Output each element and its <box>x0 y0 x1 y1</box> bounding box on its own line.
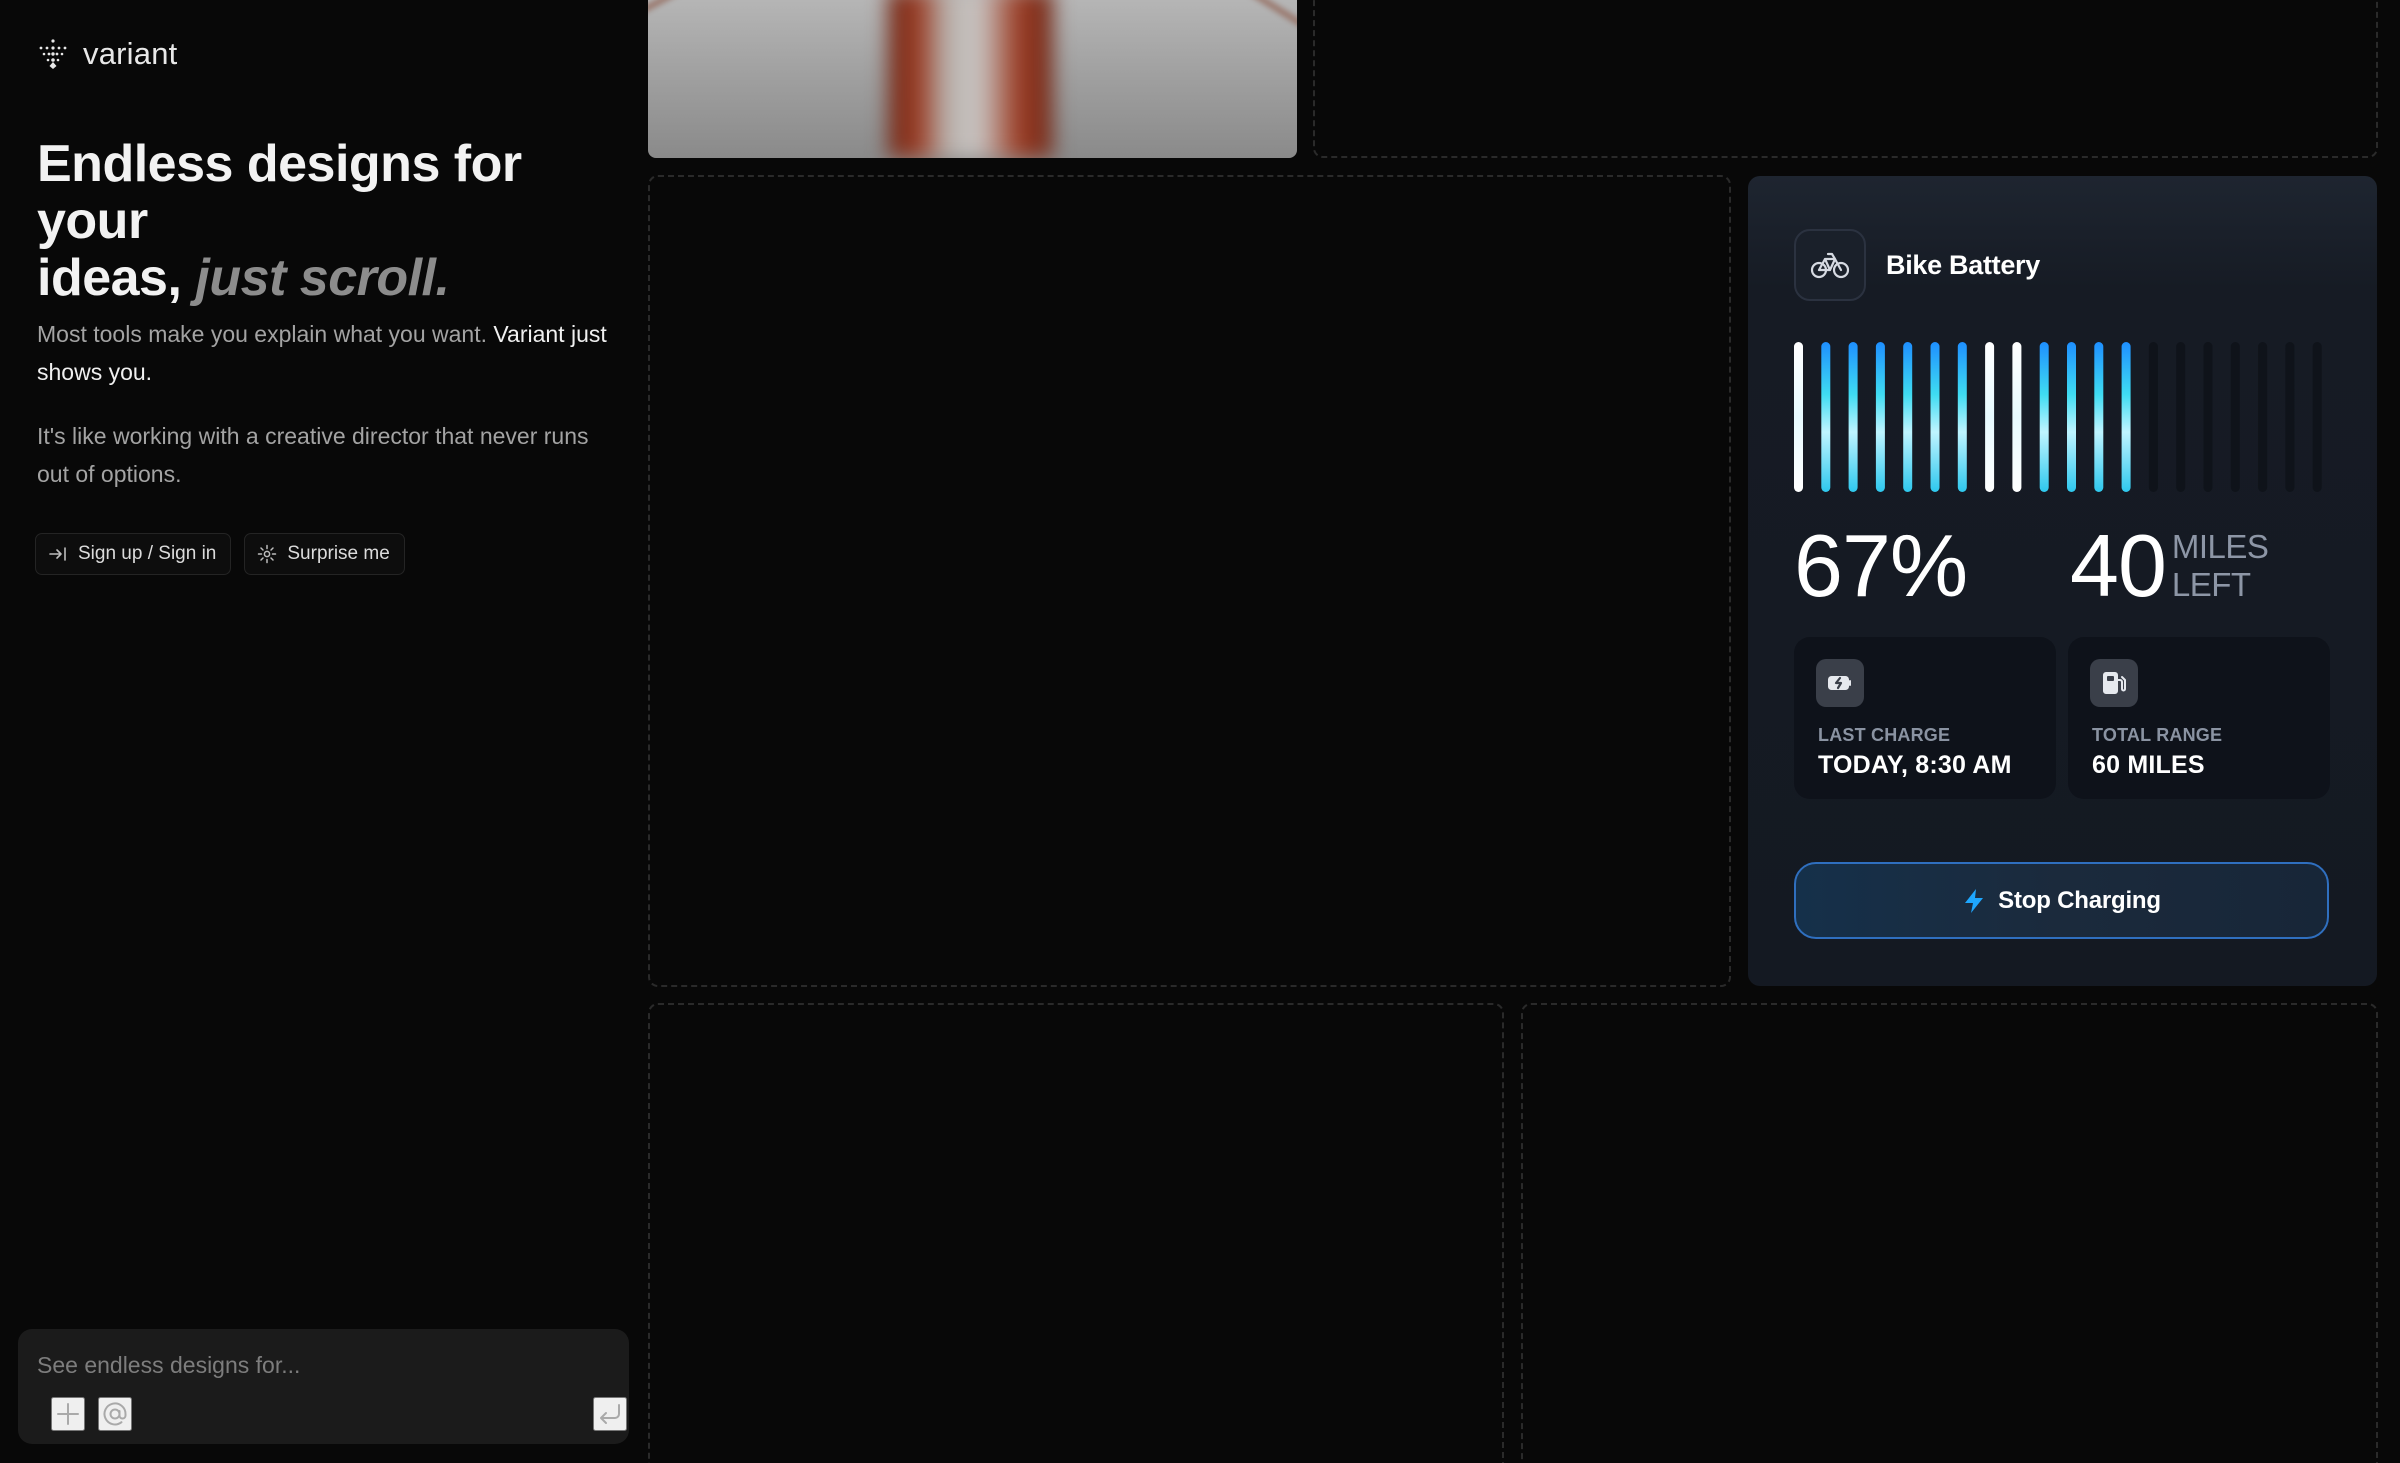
charge-percent: 67% <box>1794 516 1968 615</box>
battery-bar-lit <box>1930 342 1940 492</box>
battery-bar-empty <box>2258 342 2268 492</box>
battery-bar-empty <box>2148 342 2158 492</box>
surprise-label: Surprise me <box>287 543 390 564</box>
total-range-stat: TOTAL RANGE 60 MILES <box>2068 637 2330 799</box>
photo-tower <box>888 0 1053 158</box>
page-title: Endless designs for your ideas, just scr… <box>37 136 627 307</box>
intro-paragraph-2: It's like working with a creative direct… <box>37 423 589 487</box>
sparkle-icon <box>258 544 277 564</box>
battery-bar-lit <box>1848 342 1858 492</box>
card-header: Bike Battery <box>1794 229 2040 301</box>
design-tile-placeholder[interactable] <box>648 1003 1504 1463</box>
arrow-right-to-line-icon <box>49 547 66 561</box>
battery-charging-icon <box>1828 676 1851 690</box>
battery-bar-empty <box>2285 342 2295 492</box>
hero-line-2: ideas, <box>37 249 182 307</box>
battery-charging-icon-box <box>1816 659 1864 707</box>
intro-text: Most tools make you explain what you wan… <box>37 321 488 347</box>
design-preview-image[interactable] <box>648 0 1297 158</box>
enter-icon <box>600 1404 620 1424</box>
mention-button[interactable] <box>98 1397 132 1431</box>
signup-button[interactable]: Sign up / Sign in <box>35 533 232 575</box>
intro-paragraph-1: Most tools make you explain what you wan… <box>37 315 617 391</box>
stop-charging-button[interactable]: Stop Charging <box>1794 862 2329 939</box>
battery-bar-empty <box>2312 342 2322 492</box>
battery-bar-empty <box>2176 342 2186 492</box>
design-tile-placeholder[interactable] <box>648 175 1731 987</box>
last-charge-label: LAST CHARGE <box>1818 725 1951 745</box>
bicycle-icon <box>1810 252 1850 279</box>
battery-bar-empty <box>2230 342 2240 492</box>
battery-bar-lit <box>1903 342 1913 492</box>
battery-bar-lit <box>2121 342 2131 492</box>
add-attachment-button[interactable] <box>51 1397 85 1431</box>
plus-icon <box>57 1403 79 1425</box>
battery-bar-lit <box>1957 342 1967 492</box>
miles-unit-line-1: MILES <box>2171 528 2269 565</box>
design-tile-placeholder[interactable] <box>1521 1003 2378 1463</box>
at-icon <box>103 1402 127 1426</box>
brand-name: variant <box>83 36 178 71</box>
auth-actions: Sign up / Sign in Surprise me <box>35 533 405 575</box>
battery-bar-lit <box>1821 342 1831 492</box>
miles-left: 40 MILES LEFT <box>2070 516 2269 616</box>
signup-label: Sign up / Sign in <box>78 543 217 564</box>
fuel-station-icon <box>2103 672 2126 694</box>
sidebar: variant Endless designs for your ideas, … <box>0 0 636 1463</box>
prompt-input[interactable] <box>37 1347 597 1383</box>
stop-charging-label: Stop Charging <box>1998 886 2161 914</box>
brand[interactable]: variant <box>37 36 177 72</box>
app-root: variant Endless designs for your ideas, … <box>0 0 2400 1463</box>
surprise-me-button[interactable]: Surprise me <box>244 533 405 575</box>
total-range-value: 60 MILES <box>2092 751 2205 779</box>
lightning-icon <box>1965 888 1984 913</box>
battery-bar-lit <box>1794 342 1803 492</box>
card-title: Bike Battery <box>1886 249 2040 280</box>
miles-unit: MILES LEFT <box>2172 528 2269 604</box>
design-tile-placeholder[interactable] <box>1313 0 2378 158</box>
battery-level-bars <box>1794 342 2322 492</box>
battery-bar-lit <box>1875 342 1885 492</box>
bicycle-icon-box <box>1794 229 1866 301</box>
battery-bar-lit <box>2012 342 2022 492</box>
prompt-box <box>18 1329 629 1444</box>
battery-bar-lit <box>2094 342 2104 492</box>
fuel-station-icon-box <box>2090 659 2138 707</box>
miles-value: 40 <box>2070 516 2167 615</box>
battery-bar-lit <box>1985 342 1995 492</box>
miles-unit-line-2: LEFT <box>2171 566 2251 603</box>
submit-button[interactable] <box>593 1397 627 1431</box>
battery-bar-empty <box>2203 342 2213 492</box>
battery-bar-lit <box>2067 342 2076 492</box>
last-charge-value: TODAY, 8:30 AM <box>1818 751 2012 779</box>
photo-cable-right <box>1033 0 1297 51</box>
battery-bar-lit <box>2039 342 2049 492</box>
last-charge-stat: LAST CHARGE TODAY, 8:30 AM <box>1794 637 2056 799</box>
total-range-label: TOTAL RANGE <box>2092 725 2223 745</box>
variant-logo-icon <box>39 39 67 69</box>
hero-emphasis: just scroll. <box>195 249 450 307</box>
bike-battery-card[interactable]: Bike Battery 67% 40 MILES LEFT LAST CHAR… <box>1748 176 2377 986</box>
hero-line-1: Endless designs for your <box>37 135 522 250</box>
